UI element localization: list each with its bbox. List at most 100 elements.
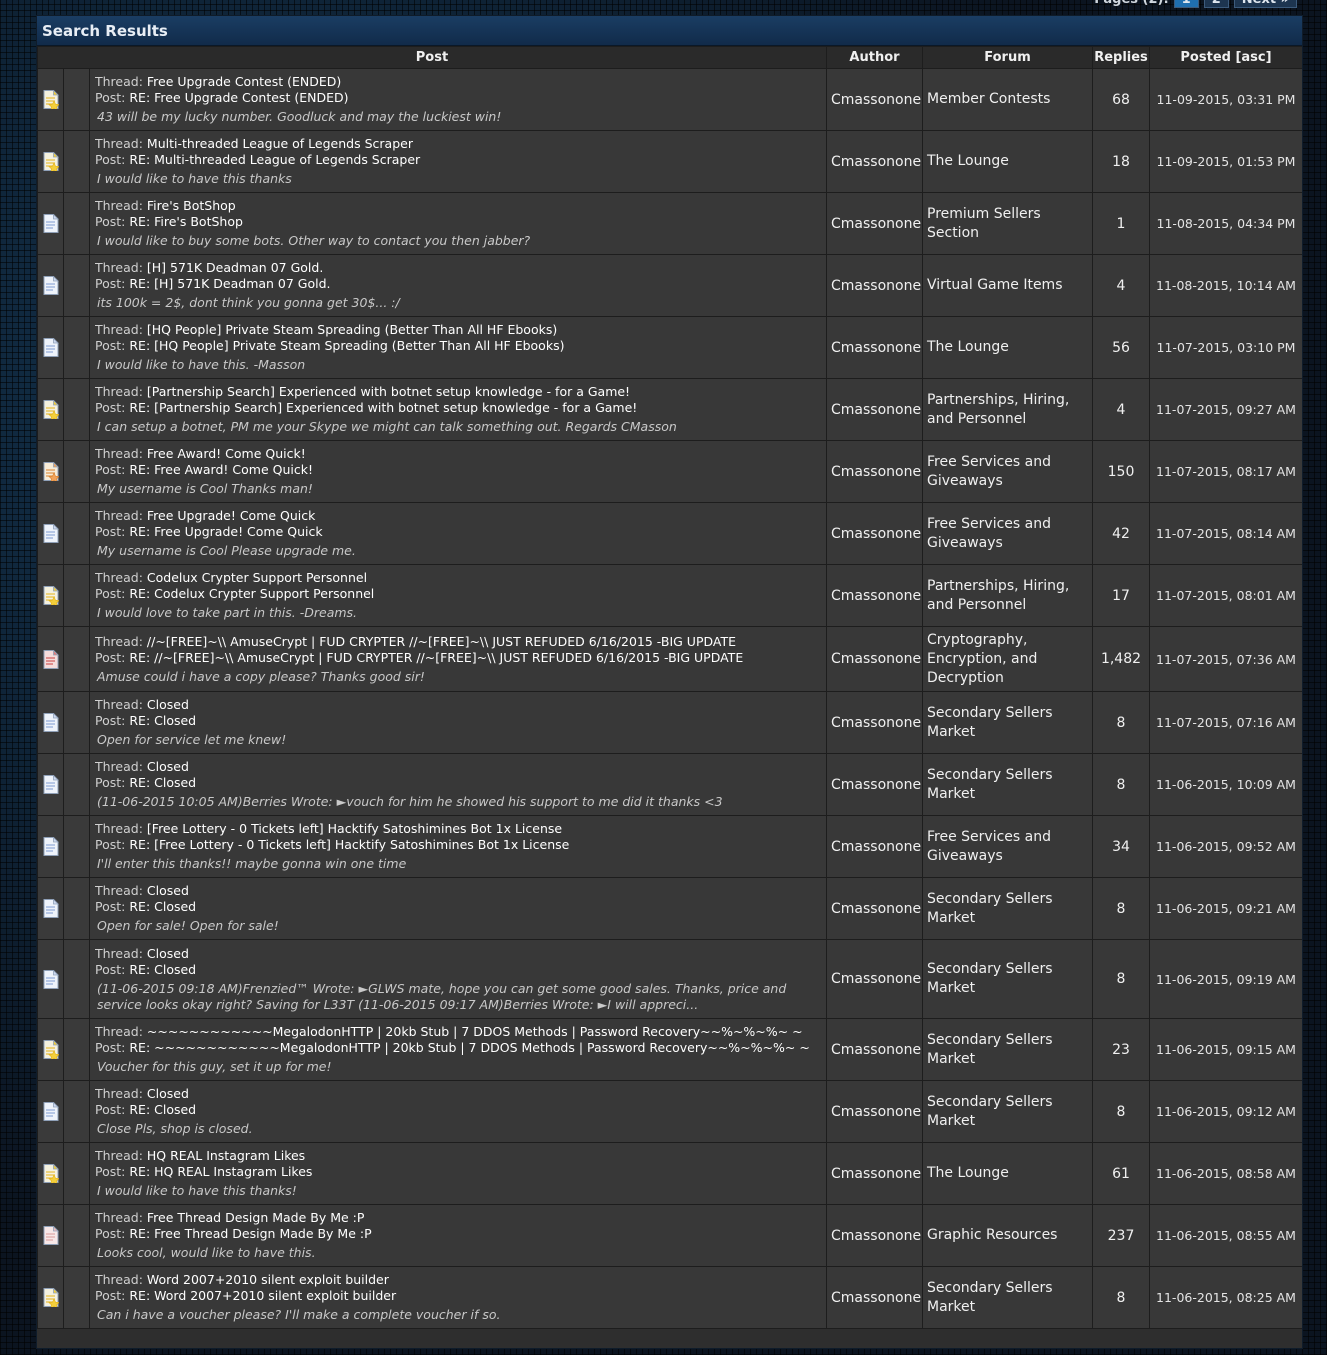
replies-count[interactable]: 4 (1092, 378, 1150, 441)
post-link[interactable]: RE: Free Award! Come Quick! (129, 462, 313, 477)
replies-count[interactable]: 17 (1092, 564, 1150, 627)
author-link[interactable]: Cmassonone (826, 254, 923, 317)
forum-link[interactable]: The Lounge (922, 316, 1093, 379)
replies-count[interactable]: 42 (1092, 502, 1150, 565)
post-link[interactable]: RE: Closed (129, 713, 196, 728)
forum-link[interactable]: Free Services and Giveaways (922, 815, 1093, 878)
replies-count[interactable]: 8 (1092, 691, 1150, 754)
page-2-link[interactable]: 2 (1203, 0, 1229, 8)
post-link[interactable]: RE: Multi-threaded League of Legends Scr… (129, 152, 420, 167)
thread-link[interactable]: Closed (147, 697, 189, 712)
post-link[interactable]: RE: Free Upgrade Contest (ENDED) (129, 90, 348, 105)
thread-link[interactable]: [H] 571K Deadman 07 Gold. (147, 260, 323, 275)
thread-link[interactable]: Fire's BotShop (147, 198, 236, 213)
author-link[interactable]: Cmassonone (826, 939, 923, 1019)
replies-count[interactable]: 18 (1092, 130, 1150, 193)
thread-link[interactable]: Word 2007+2010 silent exploit builder (147, 1272, 389, 1287)
replies-count[interactable]: 1 (1092, 192, 1150, 255)
post-link[interactable]: RE: Word 2007+2010 silent exploit builde… (129, 1288, 396, 1303)
replies-count[interactable]: 8 (1092, 1266, 1150, 1329)
replies-count[interactable]: 8 (1092, 877, 1150, 940)
author-link[interactable]: Cmassonone (826, 691, 923, 754)
thread-link[interactable]: Free Award! Come Quick! (147, 446, 306, 461)
replies-count[interactable]: 237 (1092, 1204, 1150, 1267)
page-1-link[interactable]: 1 (1173, 0, 1199, 8)
thread-link[interactable]: Free Upgrade! Come Quick (147, 508, 316, 523)
thread-link[interactable]: Free Upgrade Contest (ENDED) (147, 74, 341, 89)
forum-link[interactable]: Secondary Sellers Market (922, 877, 1093, 940)
thread-link[interactable]: Multi-threaded League of Legends Scraper (147, 136, 413, 151)
post-link[interactable]: RE: [Partnership Search] Experienced wit… (129, 400, 637, 415)
forum-link[interactable]: Secondary Sellers Market (922, 1018, 1093, 1081)
post-link[interactable]: RE: Free Upgrade! Come Quick (129, 524, 322, 539)
replies-count[interactable]: 56 (1092, 316, 1150, 379)
author-link[interactable]: Cmassonone (826, 1204, 923, 1267)
post-link[interactable]: RE: [HQ People] Private Steam Spreading … (129, 338, 564, 353)
forum-link[interactable]: The Lounge (922, 1142, 1093, 1205)
replies-count[interactable]: 4 (1092, 254, 1150, 317)
replies-count[interactable]: 34 (1092, 815, 1150, 878)
thread-link[interactable]: ~~~~~~~~~~~~MegalodonHTTP | 20kb Stub | … (147, 1024, 803, 1039)
thread-link[interactable]: Closed (147, 883, 189, 898)
replies-count[interactable]: 68 (1092, 68, 1150, 131)
forum-link[interactable]: Partnerships, Hiring, and Personnel (922, 378, 1093, 441)
thread-link[interactable]: Closed (147, 946, 189, 961)
post-link[interactable]: RE: //~[FREE]~\\ AmuseCrypt | FUD CRYPTE… (129, 650, 743, 665)
post-link[interactable]: RE: HQ REAL Instagram Likes (129, 1164, 312, 1179)
author-link[interactable]: Cmassonone (826, 502, 923, 565)
author-link[interactable]: Cmassonone (826, 815, 923, 878)
forum-link[interactable]: Graphic Resources (922, 1204, 1093, 1267)
post-link[interactable]: RE: Closed (129, 962, 196, 977)
post-link[interactable]: RE: ~~~~~~~~~~~~MegalodonHTTP | 20kb Stu… (129, 1040, 809, 1055)
forum-link[interactable]: Cryptography, Encryption, and Decryption (922, 626, 1093, 692)
forum-link[interactable]: Premium Sellers Section (922, 192, 1093, 255)
thread-link[interactable]: Closed (147, 1086, 189, 1101)
thread-link[interactable]: Free Thread Design Made By Me :P (147, 1210, 365, 1225)
post-link[interactable]: RE: Closed (129, 775, 196, 790)
author-link[interactable]: Cmassonone (826, 130, 923, 193)
replies-count[interactable]: 150 (1092, 440, 1150, 503)
author-link[interactable]: Cmassonone (826, 753, 923, 816)
thread-link[interactable]: HQ REAL Instagram Likes (147, 1148, 305, 1163)
replies-count[interactable]: 23 (1092, 1018, 1150, 1081)
author-link[interactable]: Cmassonone (826, 1142, 923, 1205)
author-link[interactable]: Cmassonone (826, 68, 923, 131)
post-link[interactable]: RE: Free Thread Design Made By Me :P (129, 1226, 371, 1241)
thread-link[interactable]: //~[FREE]~\\ AmuseCrypt | FUD CRYPTER //… (147, 634, 736, 649)
thread-link[interactable]: [Partnership Search] Experienced with bo… (147, 384, 630, 399)
post-link[interactable]: RE: [H] 571K Deadman 07 Gold. (129, 276, 330, 291)
forum-link[interactable]: The Lounge (922, 130, 1093, 193)
column-header-posted[interactable]: Posted [asc] (1149, 46, 1302, 69)
replies-count[interactable]: 1,482 (1092, 626, 1150, 692)
forum-link[interactable]: Member Contests (922, 68, 1093, 131)
forum-link[interactable]: Free Services and Giveaways (922, 502, 1093, 565)
post-link[interactable]: RE: Fire's BotShop (129, 214, 243, 229)
author-link[interactable]: Cmassonone (826, 1080, 923, 1143)
forum-link[interactable]: Free Services and Giveaways (922, 440, 1093, 503)
author-link[interactable]: Cmassonone (826, 378, 923, 441)
forum-link[interactable]: Virtual Game Items (922, 254, 1093, 317)
replies-count[interactable]: 8 (1092, 1080, 1150, 1143)
next-page-link[interactable]: Next » (1233, 0, 1297, 8)
forum-link[interactable]: Partnerships, Hiring, and Personnel (922, 564, 1093, 627)
post-link[interactable]: RE: [Free Lottery - 0 Tickets left] Hack… (129, 837, 569, 852)
forum-link[interactable]: Secondary Sellers Market (922, 1266, 1093, 1329)
author-link[interactable]: Cmassonone (826, 1018, 923, 1081)
replies-count[interactable]: 61 (1092, 1142, 1150, 1205)
thread-link[interactable]: Closed (147, 759, 189, 774)
thread-link[interactable]: [Free Lottery - 0 Tickets left] Hacktify… (147, 821, 562, 836)
replies-count[interactable]: 8 (1092, 753, 1150, 816)
replies-count[interactable]: 8 (1092, 939, 1150, 1019)
thread-link[interactable]: Codelux Crypter Support Personnel (147, 570, 367, 585)
author-link[interactable]: Cmassonone (826, 564, 923, 627)
post-link[interactable]: RE: Closed (129, 899, 196, 914)
post-link[interactable]: RE: Closed (129, 1102, 196, 1117)
author-link[interactable]: Cmassonone (826, 1266, 923, 1329)
forum-link[interactable]: Secondary Sellers Market (922, 1080, 1093, 1143)
author-link[interactable]: Cmassonone (826, 316, 923, 379)
author-link[interactable]: Cmassonone (826, 440, 923, 503)
forum-link[interactable]: Secondary Sellers Market (922, 753, 1093, 816)
author-link[interactable]: Cmassonone (826, 626, 923, 692)
author-link[interactable]: Cmassonone (826, 192, 923, 255)
post-link[interactable]: RE: Codelux Crypter Support Personnel (129, 586, 374, 601)
